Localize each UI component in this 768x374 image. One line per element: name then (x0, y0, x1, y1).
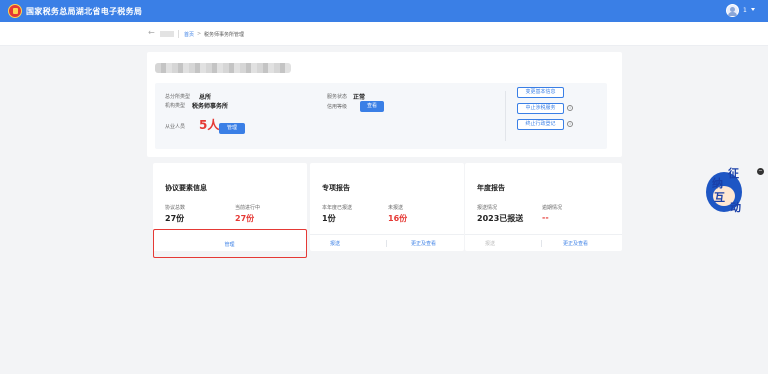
mascot-char: 纳 (712, 177, 723, 190)
staff-count: 5人 (199, 118, 220, 132)
annual-status-label: 报送情况 (477, 205, 498, 211)
suspend-service-button[interactable]: 中止涉税服务 (517, 103, 564, 114)
branch-type-value: 总所 (199, 94, 212, 101)
special-report-footer: 报送 更正及查看 (310, 234, 464, 251)
agreement-total-value: 27份 (165, 214, 185, 223)
breadcrumb-divider (178, 30, 179, 38)
footer-divider (386, 240, 387, 247)
breadcrumb: ← 首页 > 税务师事务所管理 (0, 22, 768, 46)
breadcrumb-home-link[interactable]: 首页 (184, 31, 194, 38)
footer-divider (541, 240, 542, 247)
annual-report-footer: 报送 更正及查看 (465, 234, 622, 251)
service-status-label: 服务状态 (327, 94, 348, 100)
special-report-card: 专项报告 本年度已报送 1份 未报送 16份 报送 更正及查看 (310, 163, 464, 251)
mascot-char: 动 (730, 201, 741, 214)
top-header-bar: 国家税务总局湖北省电子税务局 1 (0, 0, 768, 22)
firm-info-card: 总分所类型 总所 机构类型 税务师事务所 从业人员 5人 管理 服务状态 正常 … (147, 52, 622, 157)
org-type-label: 机构类型 (165, 103, 186, 109)
suspend-info-icon[interactable]: i (567, 105, 573, 111)
terminate-registration-button[interactable]: 终止行政登记 (517, 119, 564, 130)
special-report-title: 专项报告 (322, 184, 350, 192)
special-reported-value: 1份 (322, 214, 336, 223)
credit-view-button[interactable]: 查看 (360, 101, 384, 112)
agreement-manage-highlight[interactable]: 管理 (153, 229, 307, 258)
agreement-total-label: 协议总数 (165, 205, 186, 211)
special-unreported-value: 16份 (388, 214, 408, 223)
agreement-active-label: 当前进行中 (235, 205, 261, 211)
service-status-value: 正常 (353, 94, 366, 101)
user-avatar-icon[interactable] (726, 4, 739, 17)
back-button[interactable] (160, 31, 174, 37)
special-report-submit-link[interactable]: 报送 (330, 240, 340, 247)
annual-report-submit-link[interactable]: 报送 (485, 240, 495, 247)
special-report-correct-link[interactable]: 更正及查看 (411, 240, 436, 247)
special-reported-label: 本年度已报送 (322, 205, 353, 211)
agreement-manage-link[interactable]: 管理 (154, 241, 305, 248)
change-basic-info-button[interactable]: 变更基本信息 (517, 87, 564, 98)
branch-type-label: 总分所类型 (165, 94, 191, 100)
annual-overdue-label: 逾期情况 (542, 205, 563, 211)
staff-label: 从业人员 (165, 124, 186, 130)
annual-report-correct-link[interactable]: 更正及查看 (563, 240, 588, 247)
credit-level-label: 信用等级 (327, 104, 348, 110)
breadcrumb-separator: > (197, 31, 202, 37)
back-arrow-icon[interactable]: ← (148, 29, 155, 37)
firm-info-panel: 总分所类型 总所 机构类型 税务师事务所 从业人员 5人 管理 服务状态 正常 … (155, 83, 607, 149)
breadcrumb-current: 税务师事务所管理 (204, 32, 245, 38)
annual-report-title: 年度报告 (477, 184, 505, 192)
tax-emblem-icon (8, 4, 22, 18)
interaction-mascot-widget[interactable]: 征 纳 互 动 − (704, 166, 764, 218)
mascot-char: 征 (728, 167, 739, 180)
special-unreported-label: 未报送 (388, 205, 404, 211)
staff-manage-button[interactable]: 管理 (219, 123, 245, 134)
annual-report-card: 年度报告 报送情况 2023已报送 逾期情况 -- 报送 更正及查看 (465, 163, 622, 251)
chevron-down-icon[interactable] (751, 8, 755, 11)
agreement-title: 协议要素信息 (165, 184, 207, 192)
close-icon[interactable]: − (757, 168, 764, 175)
firm-name-redacted (155, 63, 291, 73)
terminate-info-icon[interactable]: i (567, 121, 573, 127)
agreement-active-value: 27份 (235, 214, 255, 223)
annual-status-value: 2023已报送 (477, 214, 524, 223)
annual-overdue-value: -- (542, 213, 549, 222)
mascot-char: 互 (714, 191, 725, 204)
app-title: 国家税务总局湖北省电子税务局 (26, 7, 143, 16)
panel-divider (505, 91, 506, 141)
user-name[interactable]: 1 (743, 7, 747, 14)
org-type-value: 税务师事务所 (192, 103, 229, 110)
